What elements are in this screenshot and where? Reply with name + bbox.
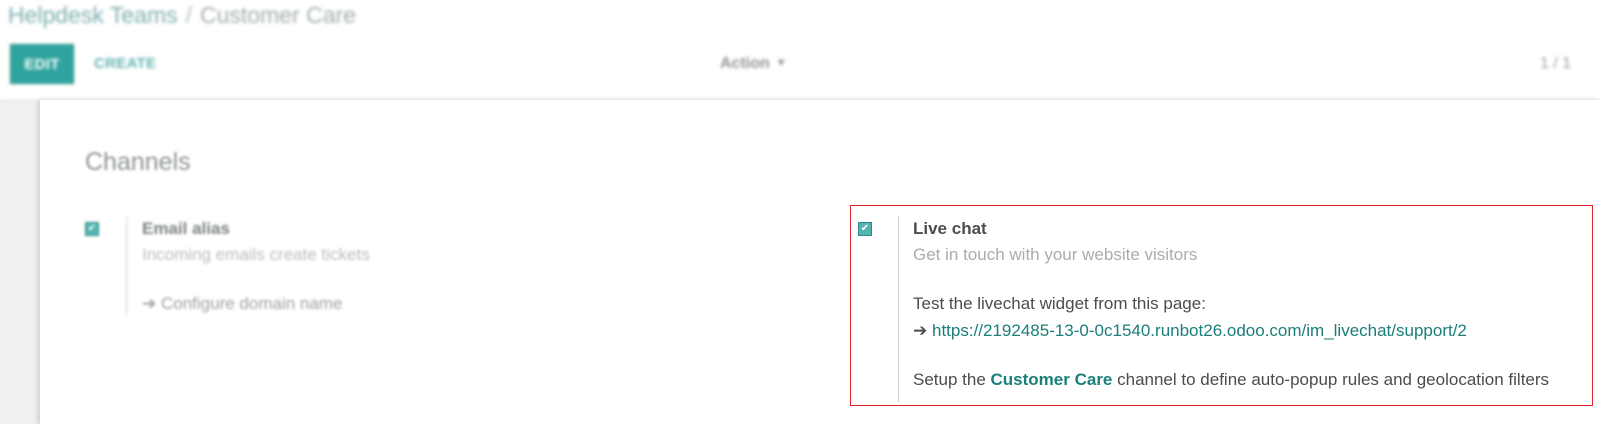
breadcrumb-current: Customer Care (200, 2, 356, 28)
check-icon: ✔ (87, 223, 97, 234)
pager-value[interactable]: 1 / 1 (1540, 55, 1571, 73)
configure-domain-label: Configure domain name (160, 294, 343, 313)
action-dropdown[interactable]: Action ▼ (720, 55, 787, 73)
action-label: Action (720, 55, 770, 72)
email-alias-title: Email alias (142, 219, 230, 238)
section-title: Channels (85, 148, 191, 176)
arrow-right-icon: ➔ (142, 294, 157, 313)
highlight-box (850, 205, 1593, 406)
control-panel: Helpdesk Teams / Customer Care EDIT CREATE… (0, 0, 1600, 101)
caret-down-icon: ▼ (775, 57, 787, 69)
breadcrumb: Helpdesk Teams / Customer Care (8, 2, 356, 29)
create-button[interactable]: CREATE (94, 55, 156, 72)
divider (126, 216, 127, 316)
email-alias-description: Incoming emails create tickets (142, 245, 370, 264)
email-alias-checkbox[interactable]: ✔ (85, 222, 99, 236)
breadcrumb-separator: / (185, 2, 192, 28)
configure-domain-link[interactable]: ➔ Configure domain name (142, 294, 342, 314)
breadcrumb-parent-link[interactable]: Helpdesk Teams (8, 2, 178, 28)
edit-button[interactable]: EDIT (10, 44, 74, 84)
